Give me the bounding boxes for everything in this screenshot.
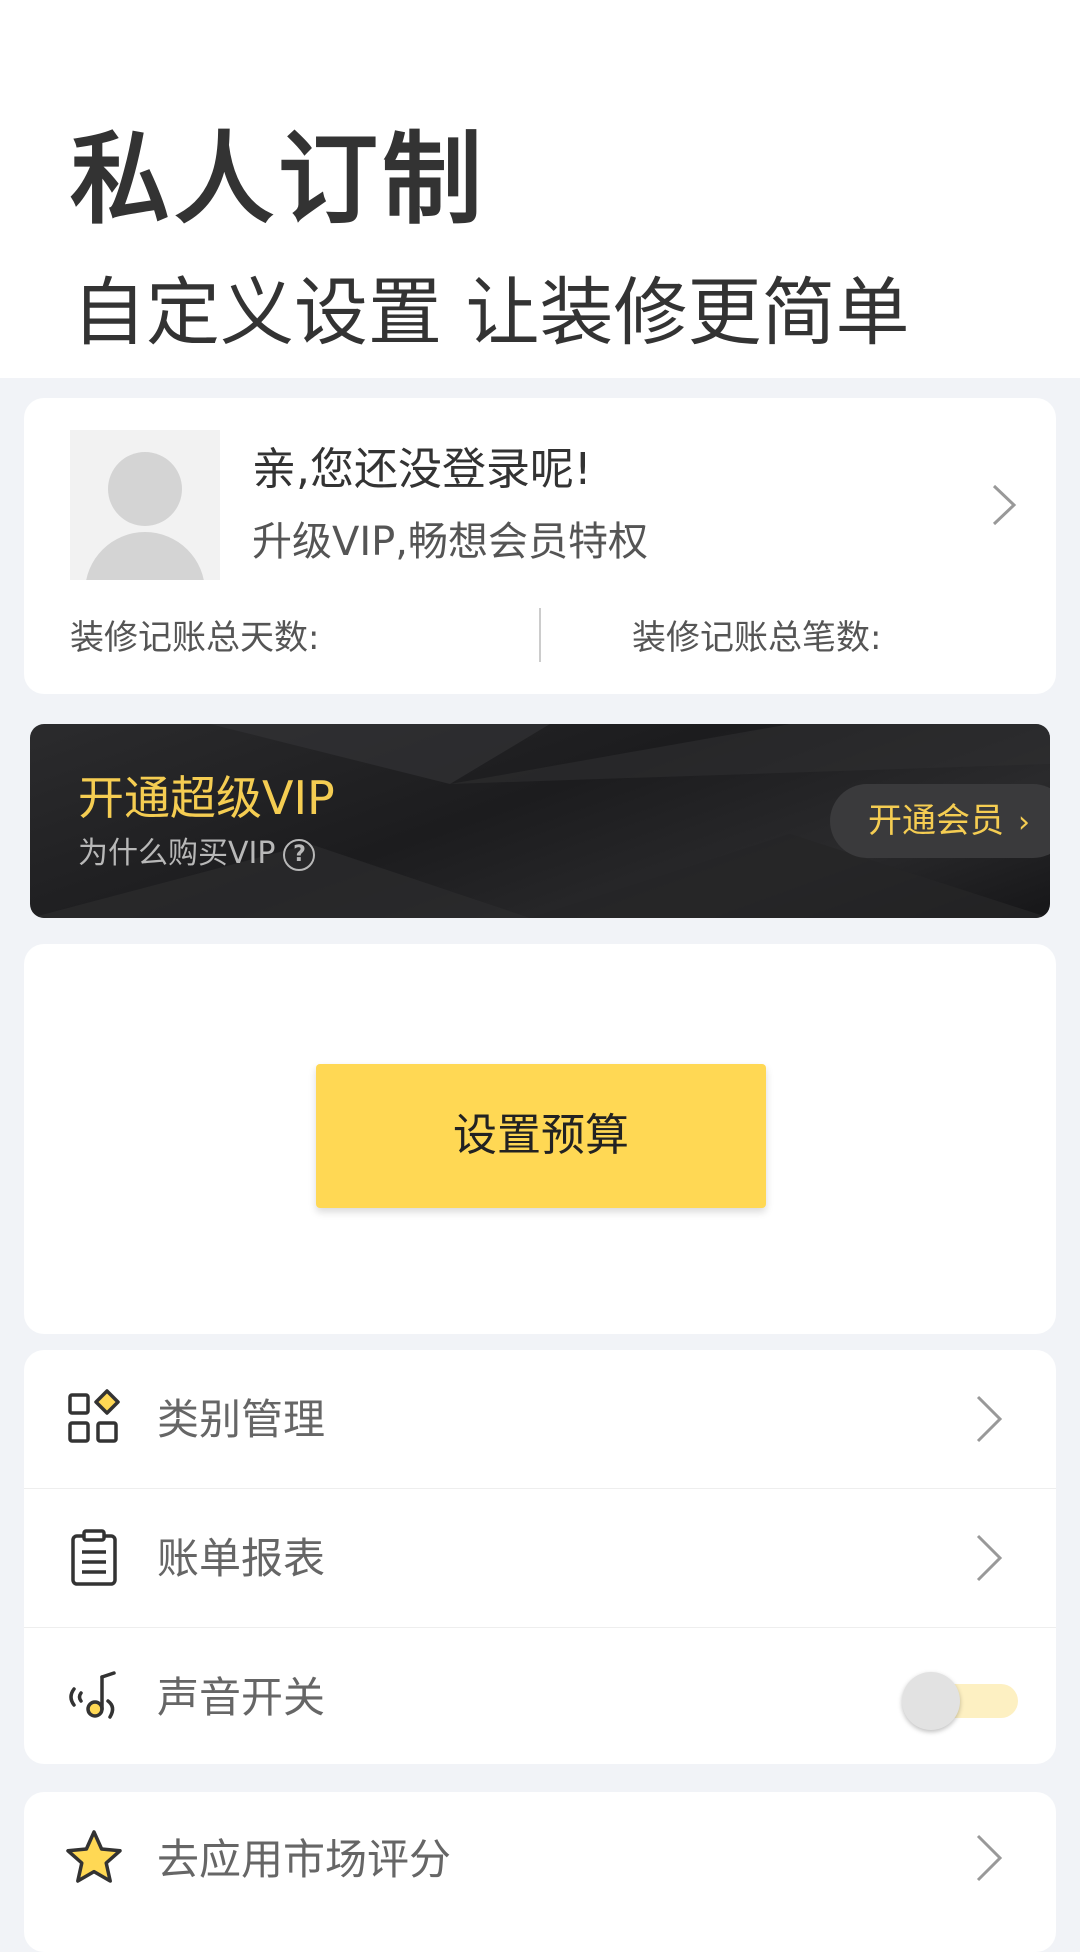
star-icon	[66, 1830, 122, 1883]
avatar-body	[85, 532, 205, 580]
chevron-right-icon	[976, 1834, 1003, 1882]
menu-item-sound-switch: 声音开关	[24, 1628, 1056, 1766]
category-grid-icon	[68, 1389, 120, 1443]
total-days-label: 装修记账总天数:	[70, 618, 320, 658]
header: 私人订制 自定义设置 让装修更简单	[0, 0, 1080, 378]
budget-card: 设置预算	[24, 944, 1056, 1334]
why-buy-vip-link[interactable]: 为什么购买VIP?	[78, 834, 316, 874]
profile-card[interactable]: 亲,您还没登录呢! 升级VIP,畅想会员特权 装修记账总天数: 装修记账总笔数:	[24, 398, 1056, 694]
vip-title: 开通超级VIP	[78, 771, 335, 825]
chevron-right-icon	[976, 1534, 1003, 1582]
clipboard-report-icon	[71, 1529, 117, 1586]
chevron-right-icon[interactable]	[984, 480, 1024, 530]
sound-icon	[69, 1671, 116, 1719]
sound-toggle[interactable]	[900, 1670, 1020, 1730]
stats-divider	[539, 608, 541, 662]
vip-banner[interactable]: 开通超级VIP 为什么购买VIP? 开通会员 ›	[30, 724, 1050, 918]
open-membership-label: 开通会员	[868, 801, 1004, 841]
menu-item-bill-report[interactable]: 账单报表	[24, 1489, 1056, 1627]
page-subtitle: 自定义设置 让装修更简单	[72, 270, 910, 356]
menu-item-rate-app[interactable]: 去应用市场评分	[24, 1792, 1056, 1930]
page-title: 私人订制	[70, 121, 486, 238]
chevron-right-icon	[976, 1395, 1003, 1443]
menu-item-label: 类别管理	[157, 1395, 326, 1444]
settings-menu: 类别管理 账单报表 声音开关	[24, 1350, 1056, 1764]
total-entries-label: 装修记账总笔数:	[632, 618, 882, 658]
open-membership-button[interactable]: 开通会员 ›	[830, 784, 1050, 858]
avatar-head	[108, 452, 182, 526]
vip-upgrade-prompt: 升级VIP,畅想会员特权	[252, 519, 648, 565]
toggle-knob	[902, 1672, 960, 1730]
menu-item-label: 去应用市场评分	[157, 1835, 452, 1884]
chevron-right-icon: ›	[1018, 805, 1030, 840]
menu-item-category-management[interactable]: 类别管理	[24, 1350, 1056, 1488]
menu-item-label: 声音开关	[157, 1673, 326, 1722]
why-buy-vip-label: 为什么购买VIP	[78, 836, 276, 871]
login-prompt[interactable]: 亲,您还没登录呢!	[252, 442, 592, 498]
avatar[interactable]	[70, 430, 220, 580]
set-budget-button[interactable]: 设置预算	[316, 1064, 766, 1208]
question-circle-icon[interactable]: ?	[283, 838, 316, 871]
menu-item-label: 账单报表	[157, 1534, 326, 1583]
rate-app-card: 去应用市场评分	[24, 1792, 1056, 1952]
